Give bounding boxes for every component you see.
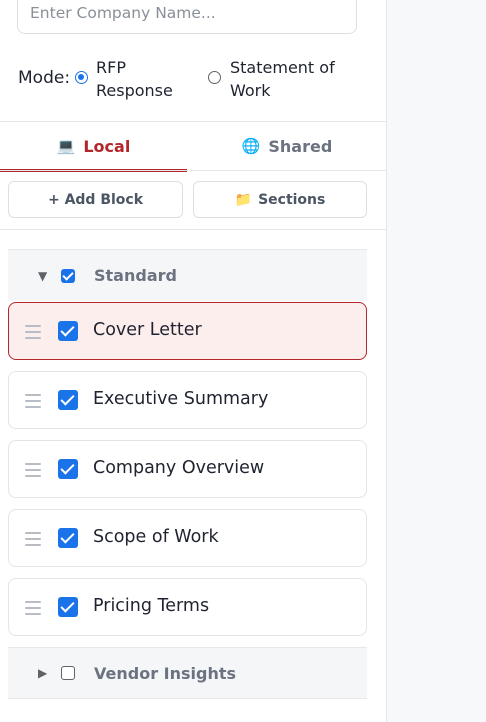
tab-local[interactable]: 💻 Local xyxy=(0,122,187,172)
mode-option-rfp-line1: RFP xyxy=(96,58,126,77)
drag-handle-icon[interactable] xyxy=(25,463,41,477)
section-divider xyxy=(0,229,387,230)
tab-local-label: Local xyxy=(83,136,131,156)
mode-label: Mode: xyxy=(18,68,71,88)
group-header-vendor-insights[interactable]: ▶ Vendor Insights xyxy=(8,647,367,699)
mode-radio-statement-of-work[interactable] xyxy=(208,71,221,84)
mode-option-rfp-response-label[interactable]: RFP Response xyxy=(96,56,173,102)
drag-handle-icon[interactable] xyxy=(25,394,41,408)
block-checkbox[interactable] xyxy=(58,321,78,341)
block-panel: Mode: RFP Response Statement of Work 💻 L… xyxy=(0,0,387,722)
block-label: Pricing Terms xyxy=(93,596,210,616)
globe-icon: 🌐 xyxy=(241,137,261,155)
block-item-pricing-terms[interactable]: Pricing Terms xyxy=(8,578,367,636)
mode-option-sow-line1: Statement of xyxy=(230,58,335,77)
sections-label: Sections xyxy=(258,191,326,208)
drag-handle-icon[interactable] xyxy=(25,325,41,339)
block-label: Cover Letter xyxy=(93,320,202,340)
chevron-right-icon[interactable]: ▶ xyxy=(38,666,47,680)
mode-option-sow-line2: Work xyxy=(230,81,271,100)
folder-icon: 📁 xyxy=(234,191,253,208)
main-content-area xyxy=(388,0,486,722)
chevron-down-icon[interactable]: ▼ xyxy=(38,269,47,283)
tab-shared[interactable]: 🌐 Shared xyxy=(187,122,387,170)
tabs-divider-bottom xyxy=(0,170,387,171)
drag-handle-icon[interactable] xyxy=(25,532,41,546)
block-checkbox[interactable] xyxy=(58,528,78,548)
block-label: Scope of Work xyxy=(93,527,219,547)
mode-radio-rfp-response[interactable] xyxy=(75,71,88,84)
add-block-label: + Add Block xyxy=(47,191,144,208)
drag-handle-icon[interactable] xyxy=(25,601,41,615)
tab-shared-label: Shared xyxy=(268,136,333,156)
group-standard-checkbox[interactable] xyxy=(61,268,75,283)
mode-option-sow-label[interactable]: Statement of Work xyxy=(230,56,335,102)
group-header-standard[interactable]: ▼ Standard xyxy=(8,249,367,301)
block-item-company-overview[interactable]: Company Overview xyxy=(8,440,367,498)
block-label: Company Overview xyxy=(93,458,265,478)
group-vendor-label: Vendor Insights xyxy=(94,663,237,683)
sections-button[interactable]: 📁 Sections xyxy=(193,181,367,218)
group-standard-label: Standard xyxy=(94,266,177,285)
block-checkbox[interactable] xyxy=(58,390,78,410)
computer-icon: 💻 xyxy=(56,137,76,155)
group-vendor-checkbox[interactable] xyxy=(61,666,75,680)
block-item-scope-of-work[interactable]: Scope of Work xyxy=(8,509,367,567)
mode-option-rfp-line2: Response xyxy=(96,81,173,100)
add-block-button[interactable]: + Add Block xyxy=(8,181,183,218)
block-label: Executive Summary xyxy=(93,389,269,409)
block-item-executive-summary[interactable]: Executive Summary xyxy=(8,371,367,429)
block-item-cover-letter[interactable]: Cover Letter xyxy=(8,302,367,360)
block-checkbox[interactable] xyxy=(58,459,78,479)
block-checkbox[interactable] xyxy=(58,597,78,617)
company-name-input[interactable] xyxy=(17,0,357,34)
